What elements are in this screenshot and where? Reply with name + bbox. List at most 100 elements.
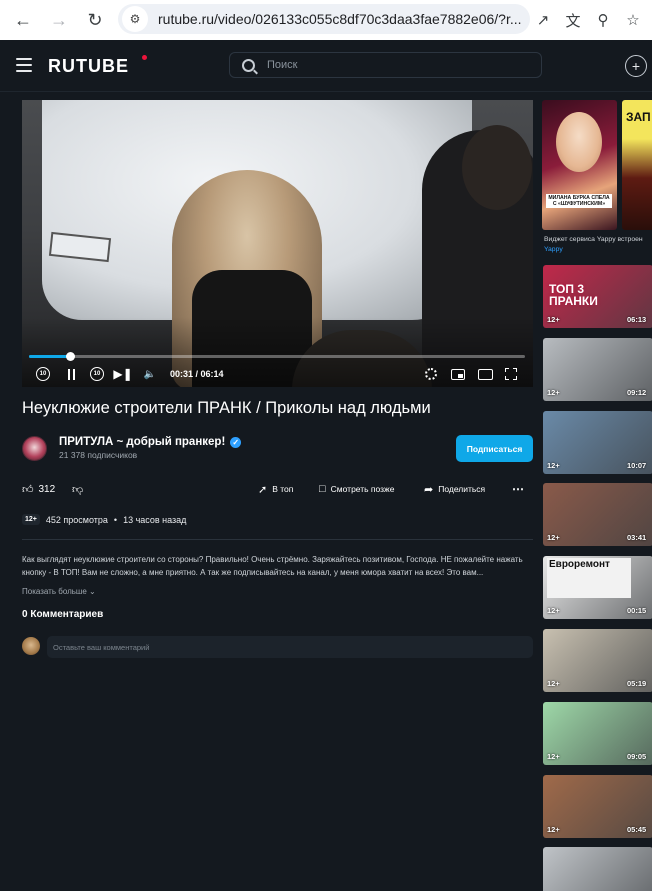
duration-badge: 00:15 (627, 606, 647, 616)
related-video-thumb[interactable]: 12+ 09:12 (543, 337, 652, 401)
duration-badge: 05:45 (627, 824, 647, 834)
duration-badge: 10:07 (627, 460, 647, 470)
age-rating-badge: 12+ (547, 679, 560, 688)
age-rating-badge: 12+ (547, 387, 560, 397)
to-top-label: В топ (272, 484, 294, 494)
related-video-thumb[interactable] (543, 847, 652, 891)
bookmark-star-icon[interactable]: ☆ (620, 5, 646, 35)
url-text[interactable]: rutube.ru/video/026133c055c8df70c3daa3fa… (158, 11, 528, 27)
progress-bar[interactable] (29, 352, 525, 361)
thumb-image (543, 847, 652, 891)
age-rating-badge: 12+ (547, 315, 560, 324)
reload-icon[interactable]: ↻ (80, 5, 110, 35)
search-input[interactable] (265, 58, 515, 72)
video-player[interactable]: 10 10 ▶❚ 🔈 00:31 / 06:14 (22, 100, 533, 387)
meta-separator: • (113, 514, 118, 525)
related-video-thumb[interactable]: 12+ 05:19 (543, 629, 652, 692)
show-more-label[interactable]: Показать больше (22, 587, 87, 596)
rutube-logo[interactable]: RUTUBE (48, 56, 129, 77)
bookmark-icon: □ (319, 483, 326, 495)
share-arrow-icon: ➦ (424, 483, 434, 496)
player-controls: 10 10 ▶❚ 🔈 00:31 / 06:14 (22, 364, 533, 384)
pip-icon[interactable] (450, 364, 466, 384)
thumbs-up-icon: 👍︎ (22, 483, 34, 496)
thumbs-down-icon: 👎︎ (72, 483, 84, 496)
back-icon[interactable]: ← (8, 5, 38, 35)
yappy-widget[interactable]: МИЛАНА БУРКА СПЕЛА С «ШУФУТИНСКИМ» ЗАП (542, 100, 652, 230)
age-rating-badge: 12+ (547, 460, 560, 470)
mute-icon[interactable]: 🔈 (142, 364, 158, 384)
view-count: 452 просмотра (45, 514, 108, 525)
watch-later-button[interactable]: □ Смотреть позже (319, 480, 394, 498)
subscribe-button[interactable]: Подписаться (456, 435, 533, 462)
forward-10-icon[interactable]: 10 (90, 364, 104, 384)
duration-badge: 06:13 (627, 315, 647, 324)
duration-badge: 05:19 (627, 679, 647, 688)
upload-plus-icon[interactable]: + (625, 55, 647, 77)
user-avatar (22, 637, 40, 655)
site-header: RUTUBE + (0, 40, 652, 92)
duration-badge: 09:12 (627, 387, 647, 397)
rewind-10-icon[interactable]: 10 (36, 364, 50, 384)
channel-name-text[interactable]: ПРИТУЛА ~ добрый пранкер! (59, 436, 225, 448)
related-sidebar: МИЛАНА БУРКА СПЕЛА С «ШУФУТИНСКИМ» ЗАП В… (542, 100, 652, 891)
translate-icon[interactable]: 文 (560, 5, 586, 35)
dislike-button[interactable]: 👎︎ (72, 480, 83, 498)
duration-badge: 03:41 (627, 533, 647, 543)
search-box[interactable] (229, 52, 542, 78)
related-video-thumb[interactable]: ТОП 3 ПРАНКИ 12+ 06:13 (543, 265, 652, 328)
channel-name[interactable]: ПРИТУЛА ~ добрый пранкер! ✓ (59, 436, 242, 448)
chevron-down-icon: ⌄ (89, 587, 96, 596)
to-top-button[interactable]: ➚ В топ (258, 480, 293, 498)
promo-side-text: ЗАП (626, 110, 651, 124)
related-video-thumb[interactable]: Евроремонт 12+ 00:15 (543, 556, 652, 620)
forward-icon[interactable]: → (44, 5, 74, 35)
more-options-icon[interactable]: ⋯ (512, 480, 524, 498)
thumb-board: Евроремонт (547, 558, 631, 599)
subscriber-count: 21 378 подписчиков (59, 450, 138, 460)
address-bar[interactable]: ⚙ rutube.ru/video/026133c055c8df70c3daa3… (118, 4, 530, 34)
fullscreen-icon[interactable] (504, 364, 518, 384)
age-rating-badge: 12+ (547, 824, 560, 834)
video-meta: 12+ 452 просмотра • 13 часов назад (22, 514, 186, 525)
promo-caption: МИЛАНА БУРКА СПЕЛА С «ШУФУТИНСКИМ» (546, 194, 612, 208)
like-count: 312 (38, 483, 56, 495)
theater-mode-icon[interactable] (476, 364, 494, 384)
browser-toolbar: ← → ↻ ⚙ rutube.ru/video/026133c055c8df70… (0, 0, 652, 40)
settings-gear-icon[interactable] (424, 364, 438, 384)
site-info-icon[interactable]: ⚙ (122, 6, 148, 32)
watch-later-label: Смотреть позже (330, 484, 395, 494)
divider (22, 539, 533, 540)
pause-icon[interactable] (64, 364, 78, 384)
show-more-link[interactable]: Показать больше ⌄ (22, 587, 96, 596)
thumb-title: ТОП 3 ПРАНКИ (549, 282, 598, 308)
search-icon[interactable] (242, 58, 255, 72)
related-video-thumb[interactable]: 12+ 09:05 (543, 701, 652, 765)
progress-fill (29, 355, 71, 358)
video-description: Как выглядят неуклюжие строители со стор… (22, 555, 523, 577)
channel-avatar[interactable] (22, 436, 47, 461)
promo-face (556, 112, 602, 172)
related-video-thumb[interactable]: 12+ 10:07 (543, 410, 652, 474)
comment-input[interactable] (47, 636, 533, 658)
widget-note: Виджет сервиса Yappy встроен (544, 236, 643, 243)
yappy-link[interactable]: Yappy (544, 246, 563, 253)
menu-icon[interactable] (16, 58, 32, 72)
video-frame-head (462, 125, 532, 210)
related-video-thumb[interactable]: 12+ 05:45 (543, 774, 652, 838)
open-in-app-icon[interactable]: ↗ (530, 5, 556, 35)
duration-badge: 09:05 (627, 751, 647, 761)
verified-check-icon: ✓ (230, 436, 242, 448)
like-button[interactable]: 👍︎ 312 (22, 480, 55, 498)
related-video-thumb[interactable]: 12+ 03:41 (543, 483, 652, 547)
age-rating-badge: 12+ (547, 751, 560, 761)
share-label: Поделиться (438, 484, 486, 494)
yappy-video-thumb[interactable]: МИЛАНА БУРКА СПЕЛА С «ШУФУТИНСКИМ» (542, 100, 617, 230)
published-time: 13 часов назад (123, 514, 187, 525)
next-video-icon[interactable]: ▶❚ (113, 364, 132, 384)
zoom-icon[interactable]: ⚲ (590, 5, 616, 35)
time-display: 00:31 / 06:14 (170, 369, 224, 379)
logo-dot-icon (142, 55, 147, 60)
age-rating-badge: 12+ (22, 514, 40, 525)
share-button[interactable]: ➦ Поделиться (424, 480, 485, 498)
